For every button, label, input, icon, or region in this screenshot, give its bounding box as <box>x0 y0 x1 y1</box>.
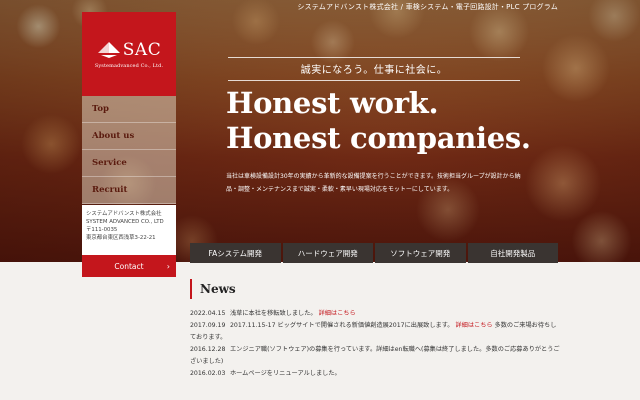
diamond-logo-icon <box>97 41 120 58</box>
logo-mark: SAC <box>122 39 162 60</box>
news-detail-link[interactable]: 詳細はこちら <box>455 322 492 329</box>
news-date: 2016.02.03 <box>190 370 226 377</box>
tab-hardware[interactable]: ハードウェア開発 <box>282 243 373 263</box>
news-text: ホームページをリニューアルしました。 <box>229 370 341 377</box>
hero-tagline: 誠実になろう。仕事に社会に。 <box>300 65 448 76</box>
news-text: 浅草に本社を移転致しました。 <box>229 310 317 317</box>
nav-item-service[interactable]: Service <box>82 150 176 177</box>
address-name-ja: システムアドバンスト株式会社 <box>86 211 162 217</box>
headline-line-2: Honest companies. <box>226 121 531 155</box>
tagline-rule-bottom <box>228 80 520 81</box>
address-name-en: SYSTEM ADVANCED CO., LTD <box>86 219 164 225</box>
tab-fa-system[interactable]: FAシステム開発 <box>190 243 281 263</box>
news-text: エンジニア職(ソフトウェア)の募集を行っています。詳細はen転職へ(募集は終了し… <box>190 346 560 365</box>
header-tagline: システムアドバンスト株式会社 / 車検システム・電子回路設計・PLC プログラム <box>297 3 558 11</box>
sidebar-nav: Top About us Service Recruit <box>82 96 176 204</box>
contact-label: Contact <box>114 261 144 271</box>
list-item: 2016.12.28 エンジニア職(ソフトウェア)の募集を行っています。詳細はe… <box>190 344 560 368</box>
nav-item-about[interactable]: About us <box>82 123 176 150</box>
tab-software[interactable]: ソフトウェア開発 <box>375 243 466 263</box>
hero-tagline-block: 誠実になろう。仕事に社会に。 <box>228 57 520 81</box>
tab-products[interactable]: 自社開発製品 <box>467 243 558 263</box>
contact-button[interactable]: Contact › <box>82 255 176 277</box>
list-item: 2016.02.03 ホームページをリニューアルしました。 <box>190 368 560 380</box>
headline-line-1: Honest work. <box>226 86 439 120</box>
news-date: 2017.09.19 <box>190 322 226 329</box>
news-detail-link[interactable]: 詳細はこちら <box>319 310 356 317</box>
news-date: 2022.04.15 <box>190 310 226 317</box>
hero-description: 当社は車検設備設計30年の実績から革新的な設備提案を行うことができます。技術担当… <box>226 173 521 193</box>
nav-item-recruit[interactable]: Recruit <box>82 177 176 204</box>
news-date: 2016.12.28 <box>190 346 226 353</box>
company-logo[interactable]: SAC Systemadvanced Co., Ltd. <box>82 12 176 96</box>
company-address: システムアドバンスト株式会社 SYSTEM ADVANCED CO., LTD … <box>82 205 176 255</box>
news-list: 2022.04.15 浅草に本社を移転致しました。 詳細はこちら 2017.09… <box>190 308 560 380</box>
hero-headline: Honest work. Honest companies. <box>226 86 531 156</box>
logo-company-name: Systemadvanced Co., Ltd. <box>94 62 164 69</box>
address-street: 東京都台東区西浅草3-22-21 <box>86 235 156 241</box>
chevron-right-icon: › <box>166 261 170 271</box>
news-text: 2017.11.15-17 ビッグサイトで開催される新価値創造展2017に出展致… <box>229 322 454 329</box>
list-item: 2022.04.15 浅草に本社を移転致しました。 詳細はこちら <box>190 308 560 320</box>
service-tabs: FAシステム開発 ハードウェア開発 ソフトウェア開発 自社開発製品 <box>190 243 558 263</box>
news-title: News <box>200 282 236 296</box>
address-postal: 〒111-0035 <box>86 227 118 233</box>
nav-item-top[interactable]: Top <box>82 96 176 123</box>
news-heading: News <box>190 279 236 299</box>
list-item: 2017.09.19 2017.11.15-17 ビッグサイトで開催される新価値… <box>190 320 560 344</box>
